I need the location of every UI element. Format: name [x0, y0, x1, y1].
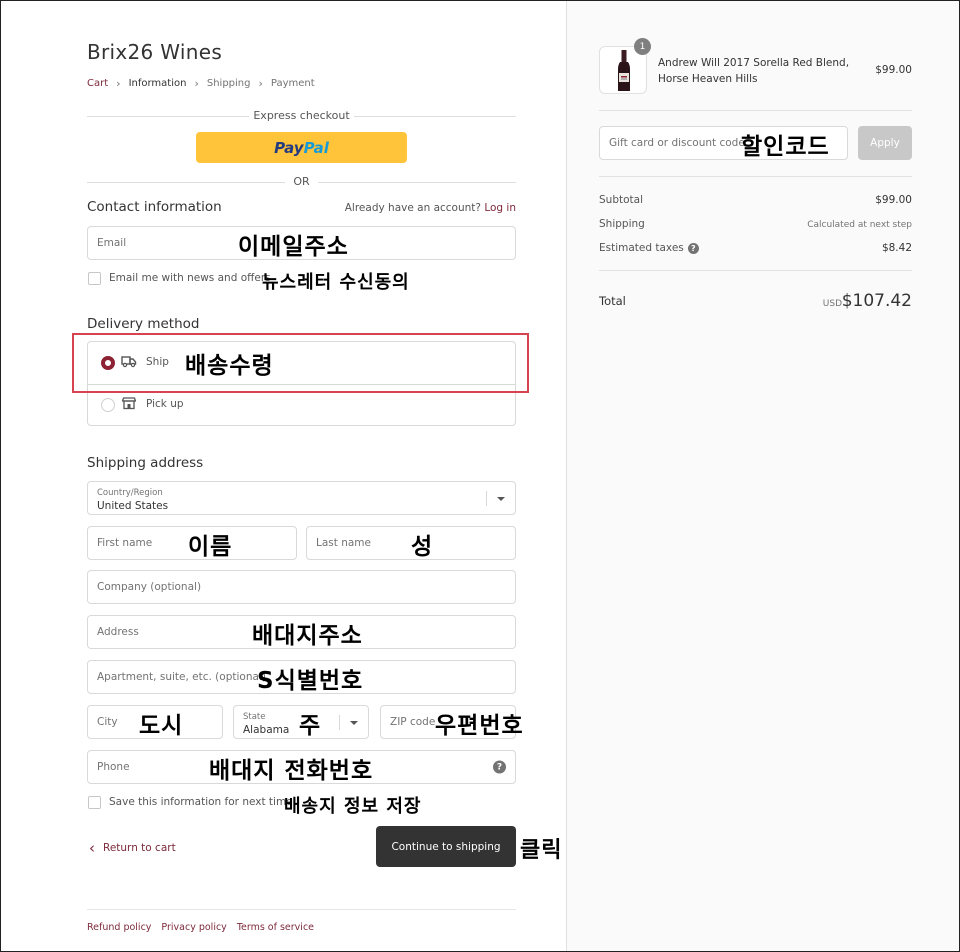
screenshot-frame — [0, 0, 960, 952]
